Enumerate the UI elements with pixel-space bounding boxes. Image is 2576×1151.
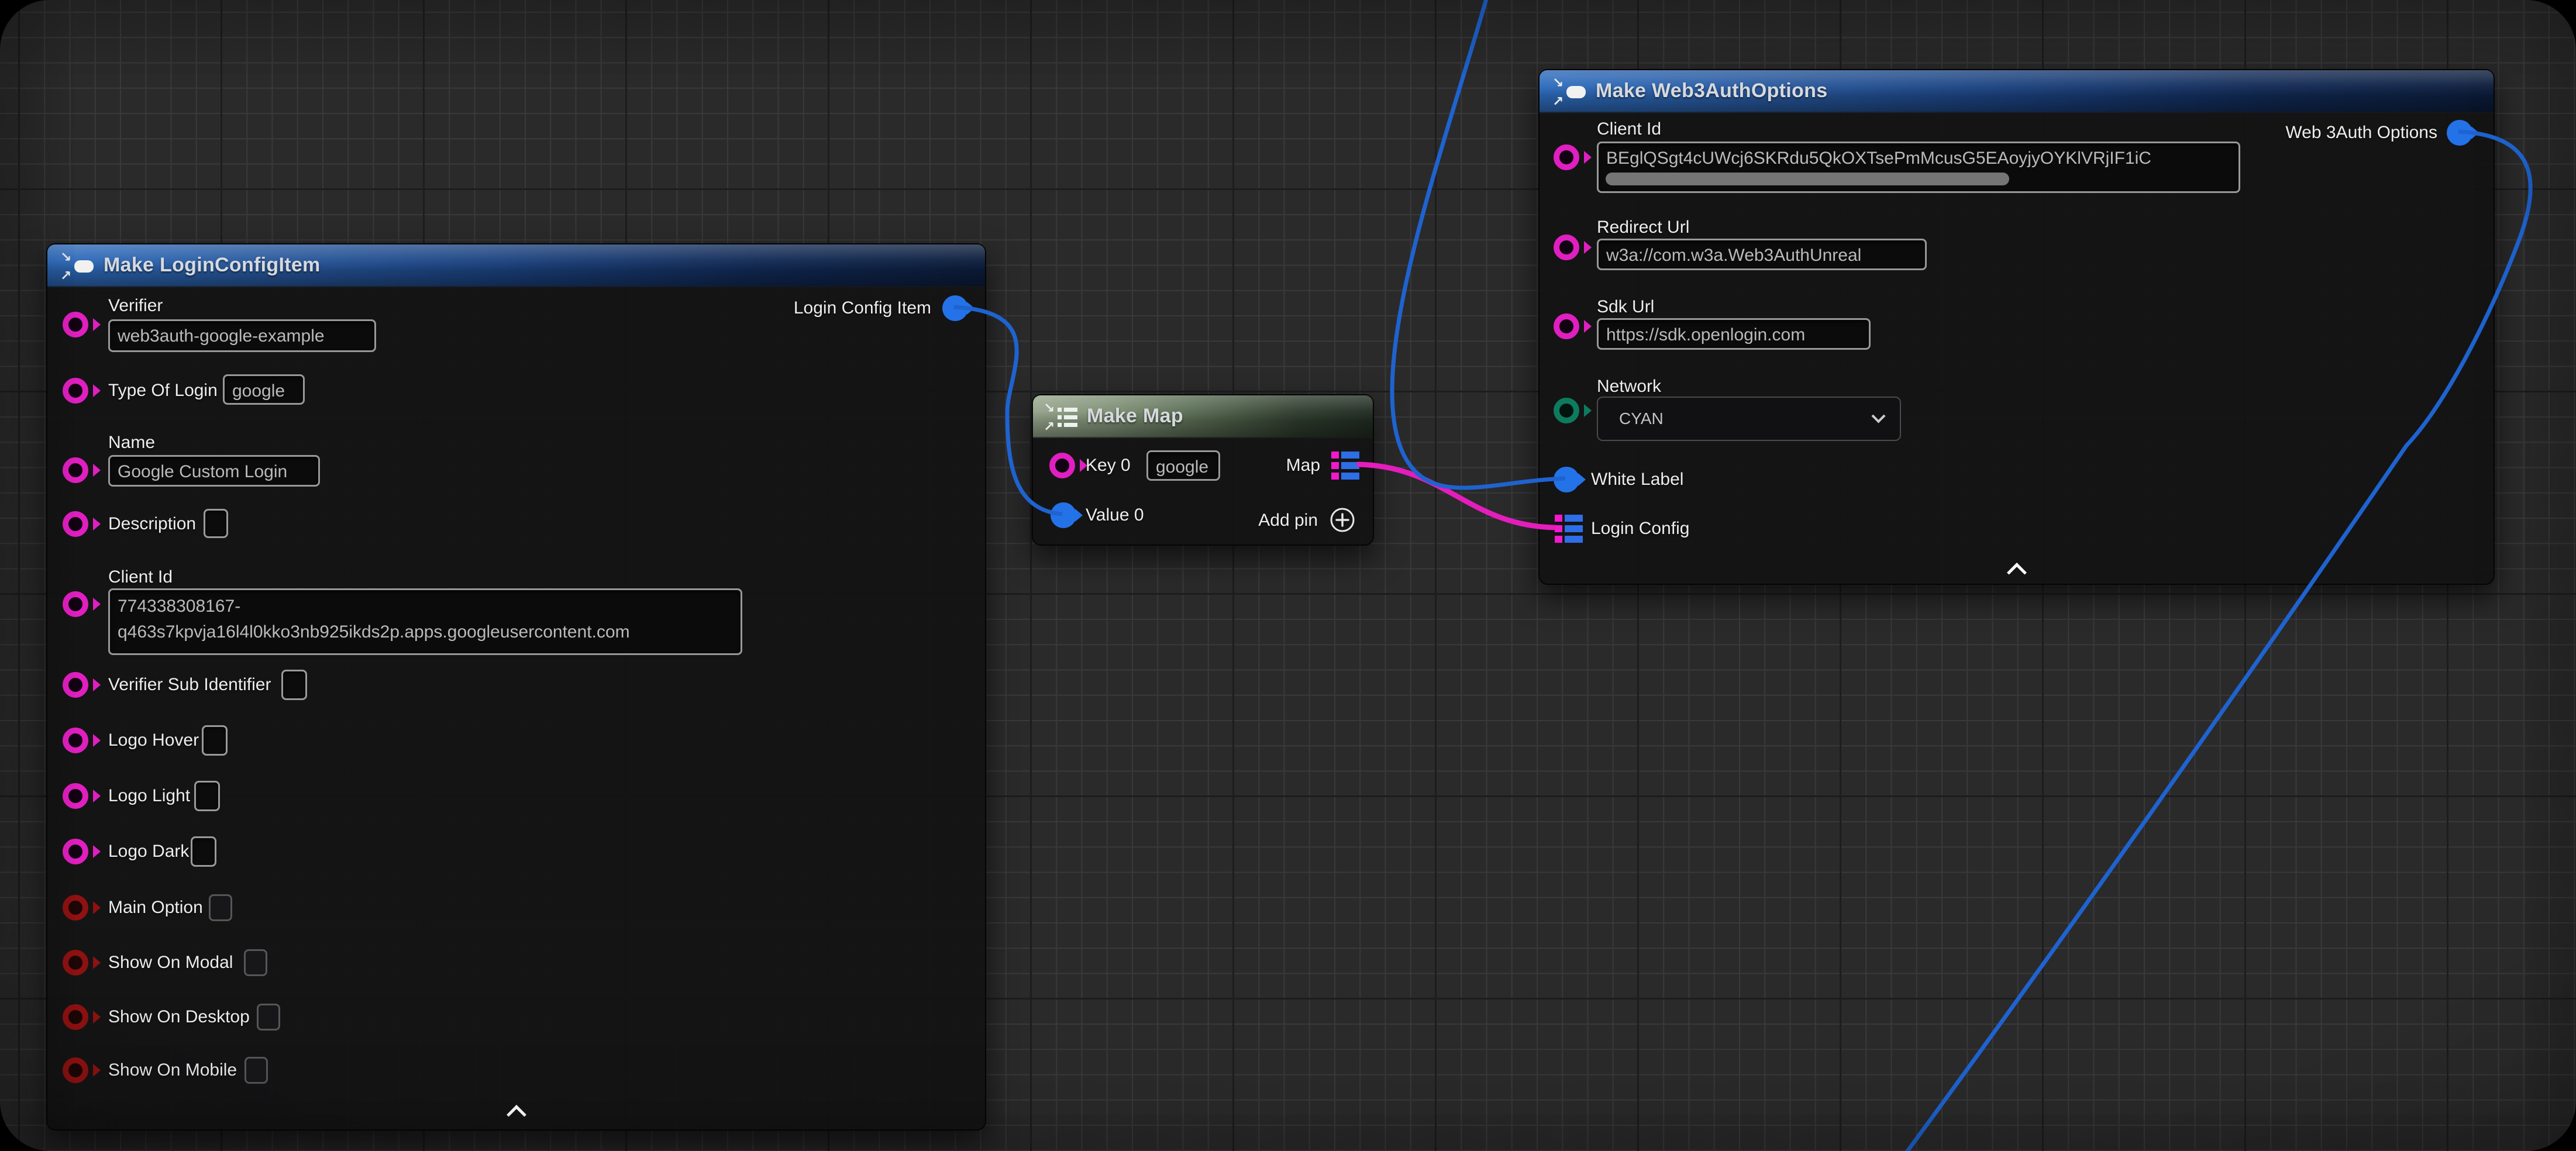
key0-label: Key 0 — [1086, 456, 1131, 475]
node-header[interactable]: ↘↗ Make Web3AuthOptions — [1540, 70, 2494, 113]
add-pin-button[interactable] — [1329, 506, 1356, 533]
name-label: Name — [108, 433, 155, 453]
verifier-sub-identifier-pin[interactable] — [63, 672, 88, 698]
make-map-icon: ↘↗ — [1044, 402, 1077, 432]
logo-hover-input[interactable] — [202, 725, 228, 756]
login-config-label: Login Config — [1591, 519, 1689, 539]
logo-dark-input[interactable] — [191, 836, 216, 867]
output-pin-label: Login Config Item — [794, 298, 931, 318]
main-option-checkbox[interactable] — [209, 894, 232, 921]
node-header[interactable]: ↘↗ Make LoginConfigItem — [47, 244, 985, 287]
name-pin[interactable] — [63, 457, 88, 483]
logo-light-pin[interactable] — [63, 783, 88, 809]
sdk-url-input[interactable]: https://sdk.openlogin.com — [1597, 318, 1871, 350]
type-of-login-pin[interactable] — [63, 378, 88, 404]
value0-label: Value 0 — [1086, 505, 1144, 525]
node-make-web3authoptions[interactable]: ↘↗ Make Web3AuthOptions Web 3Auth Option… — [1538, 69, 2495, 585]
redirect-url-pin[interactable] — [1554, 235, 1579, 260]
show-on-modal-pin[interactable] — [63, 950, 88, 976]
node-title: Make Web3AuthOptions — [1596, 70, 1827, 113]
logo-hover-pin[interactable] — [63, 728, 88, 753]
description-label: Description — [108, 514, 196, 534]
description-pin[interactable] — [63, 511, 88, 537]
redirect-url-label: Redirect Url — [1597, 218, 1689, 237]
verifier-pin[interactable] — [63, 312, 88, 337]
show-on-desktop-label: Show On Desktop — [108, 1007, 250, 1027]
sdk-url-label: Sdk Url — [1597, 297, 1654, 317]
blueprint-graph-canvas[interactable]: ↘↗ Make LoginConfigItem Login Config Ite… — [0, 0, 2576, 1151]
white-label-label: White Label — [1591, 470, 1683, 490]
client-id-text: BEglQSgt4cUWcj6SKRdu5QkOXTsePmMcusG5EAoy… — [1606, 149, 2151, 168]
network-dropdown-value: CYAN — [1619, 409, 1664, 428]
node-header[interactable]: ↘↗ Make Map — [1033, 395, 1373, 438]
node-title: Make LoginConfigItem — [104, 244, 321, 287]
verifier-label: Verifier — [108, 296, 163, 316]
show-on-mobile-checkbox[interactable] — [244, 1057, 268, 1084]
output-pin-label: Web 3Auth Options — [2285, 123, 2437, 143]
add-pin-label: Add pin — [1258, 511, 1318, 530]
map-output-label: Map — [1286, 456, 1320, 475]
verifier-sub-identifier-input[interactable] — [281, 670, 307, 700]
collapse-node-chevron-icon[interactable] — [2007, 563, 2027, 583]
show-on-modal-checkbox[interactable] — [244, 949, 267, 976]
login-config-pin[interactable] — [1555, 515, 1584, 543]
wire-map-to-login-config[interactable] — [1357, 464, 1556, 528]
node-make-map[interactable]: ↘↗ Make Map Key 0 google Map Value 0 Add… — [1032, 394, 1374, 546]
make-struct-icon: ↘↗ — [60, 251, 94, 281]
show-on-mobile-pin[interactable] — [63, 1057, 88, 1083]
map-output-pin[interactable] — [1331, 452, 1361, 480]
type-of-login-input[interactable]: google — [223, 374, 305, 405]
key0-input[interactable]: google — [1146, 450, 1220, 481]
chevron-down-icon — [1871, 409, 1885, 423]
network-pin[interactable] — [1554, 398, 1579, 423]
client-id-label: Client Id — [1597, 119, 1661, 139]
client-id-pin[interactable] — [1554, 144, 1579, 170]
type-of-login-label: Type Of Login — [108, 381, 218, 401]
verifier-sub-identifier-label: Verifier Sub Identifier — [108, 675, 271, 695]
show-on-desktop-checkbox[interactable] — [257, 1004, 280, 1031]
make-struct-icon: ↘↗ — [1552, 77, 1586, 106]
client-id-label: Client Id — [108, 567, 173, 587]
collapse-node-chevron-icon[interactable] — [507, 1105, 526, 1125]
key0-pin[interactable] — [1049, 453, 1075, 478]
network-dropdown[interactable]: CYAN — [1597, 397, 1901, 441]
logo-dark-pin[interactable] — [63, 839, 88, 864]
logo-dark-label: Logo Dark — [108, 842, 189, 861]
logo-light-label: Logo Light — [108, 786, 190, 806]
verifier-input[interactable]: web3auth-google-example — [108, 319, 376, 352]
network-label: Network — [1597, 377, 1661, 397]
show-on-desktop-pin[interactable] — [63, 1004, 88, 1030]
logo-hover-label: Logo Hover — [108, 730, 199, 750]
logo-light-input[interactable] — [194, 781, 220, 811]
redirect-url-input[interactable]: w3a://com.w3a.Web3AuthUnreal — [1597, 239, 1927, 270]
client-id-input[interactable]: BEglQSgt4cUWcj6SKRdu5QkOXTsePmMcusG5EAoy… — [1597, 142, 2240, 193]
show-on-mobile-label: Show On Mobile — [108, 1060, 237, 1080]
client-id-pin[interactable] — [63, 591, 88, 617]
value0-pin[interactable] — [1051, 502, 1076, 528]
name-input[interactable]: Google Custom Login — [108, 455, 320, 487]
main-option-label: Main Option — [108, 898, 203, 918]
client-id-input[interactable]: 774338308167-q463s7kpvja16l4l0kko3nb925i… — [108, 588, 742, 655]
client-id-scrollbar[interactable] — [1606, 173, 2009, 185]
description-input[interactable] — [204, 509, 228, 538]
main-option-pin[interactable] — [63, 895, 88, 921]
show-on-modal-label: Show On Modal — [108, 953, 233, 973]
node-title: Make Map — [1087, 395, 1183, 438]
node-make-loginconfigitem[interactable]: ↘↗ Make LoginConfigItem Login Config Ite… — [46, 243, 986, 1131]
sdk-url-pin[interactable] — [1554, 313, 1579, 339]
